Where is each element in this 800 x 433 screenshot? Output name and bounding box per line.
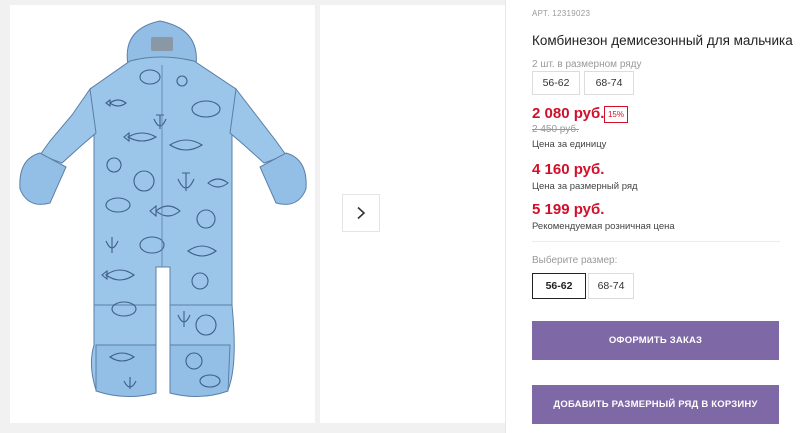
choose-size-label: Выберите размер: [532,255,618,266]
next-photo-button[interactable] [342,194,380,232]
unit-price-caption: Цена за единицу [532,139,607,150]
section-divider [532,241,780,242]
product-title: Комбинезон демисезонный для мальчика [532,33,793,48]
product-gallery [0,0,505,433]
unit-price: 2 080 руб. [532,105,605,122]
add-to-cart-button[interactable]: ДОБАВИТЬ РАЗМЕРНЫЙ РЯД В КОРЗИНУ [532,385,779,424]
size-option-68-74[interactable]: 68-74 [588,273,634,299]
discount-badge: 15% [604,106,628,123]
pack-price: 4 160 руб. [532,161,605,178]
size-option-56-62[interactable]: 56-62 [532,273,586,299]
pack-price-caption: Цена за размерный ряд [532,181,638,192]
old-price: 2 450 руб. [532,124,579,135]
product-photo[interactable] [10,5,315,423]
jumpsuit-illustration [19,20,307,397]
pack-size-chip: 68-74 [584,71,634,95]
product-sku: АРТ. 12319023 [532,9,591,18]
brand-label-icon [151,37,173,51]
pack-size-chip: 56-62 [532,71,580,95]
pack-size-label: 2 шт. в размерном ряду [532,59,642,70]
chevron-right-icon [357,206,366,220]
checkout-button[interactable]: ОФОРМИТЬ ЗАКАЗ [532,321,779,360]
retail-price-caption: Рекомендуемая розничная цена [532,221,675,232]
panel-divider [505,0,506,433]
retail-price: 5 199 руб. [532,201,605,218]
